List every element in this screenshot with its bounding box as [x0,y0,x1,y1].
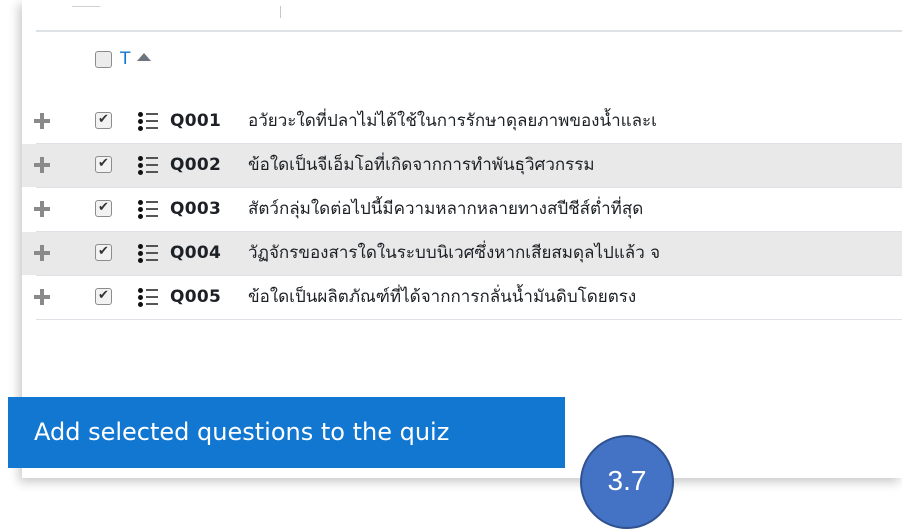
caret-up-icon[interactable] [137,53,151,61]
sort-by-type-link[interactable]: T [120,48,130,70]
question-text: ข้อใดเป็นจีเอ็มโอที่เกิดจากการทำพันธุวิศ… [248,155,595,175]
question-name: Q004 [170,243,222,263]
column-divider [280,6,281,18]
plus-icon[interactable] [32,243,52,263]
question-text: สัตว์กลุ่มใดต่อไปนี้มีความหลากหลายทางสปี… [248,199,644,219]
table-row: ✔ Q003 สัตว์กลุ่มใดต่อไปนี้มีความหลากหลา… [22,188,902,231]
plus-icon[interactable] [32,199,52,219]
multichoice-list-icon [138,243,158,263]
question-text: ข้อใดเป็นผลิตภัณฑ์ที่ได้จากการกลั่นน้ำมั… [248,287,637,307]
select-all-checkbox[interactable] [95,51,112,68]
multichoice-list-icon [138,287,158,307]
plus-icon[interactable] [32,287,52,307]
table-header-strip [36,0,902,32]
header-divider [72,0,100,7]
add-selected-button[interactable]: Add selected questions to the quiz [8,397,565,468]
check-icon: ✔ [98,112,109,127]
check-icon: ✔ [98,200,109,215]
question-text: อวัยวะใดที่ปลาไม่ได้ใช้ในการรักษาดุลยภาพ… [248,111,657,131]
question-checkbox[interactable]: ✔ [95,156,112,173]
step-badge: 3.7 [580,435,674,529]
question-name: Q003 [170,199,222,219]
question-name: Q005 [170,287,222,307]
multichoice-list-icon [138,155,158,175]
table-row: ✔ Q002 ข้อใดเป็นจีเอ็มโอที่เกิดจากการทำพ… [22,144,902,187]
check-icon: ✔ [98,288,109,303]
table-header-row: T [22,40,902,80]
question-text: วัฏจักรของสารใดในระบบนิเวศซึ่งหากเสียสมด… [248,243,661,263]
plus-icon[interactable] [32,111,52,131]
table-row: ✔ Q005 ข้อใดเป็นผลิตภัณฑ์ที่ได้จากการกลั… [22,276,902,319]
question-checkbox[interactable]: ✔ [95,288,112,305]
question-name: Q001 [170,111,222,131]
check-icon: ✔ [98,156,109,171]
question-name: Q002 [170,155,222,175]
question-checkbox[interactable]: ✔ [95,112,112,129]
row-divider [36,319,902,320]
plus-icon[interactable] [32,155,52,175]
table-row: ✔ Q004 วัฏจักรของสารใดในระบบนิเวศซึ่งหาก… [22,232,902,275]
question-checkbox[interactable]: ✔ [95,200,112,217]
multichoice-list-icon [138,111,158,131]
table-row: ✔ Q001 อวัยวะใดที่ปลาไม่ได้ใช้ในการรักษา… [22,100,902,143]
multichoice-list-icon [138,199,158,219]
question-checkbox[interactable]: ✔ [95,244,112,261]
check-icon: ✔ [98,244,109,259]
